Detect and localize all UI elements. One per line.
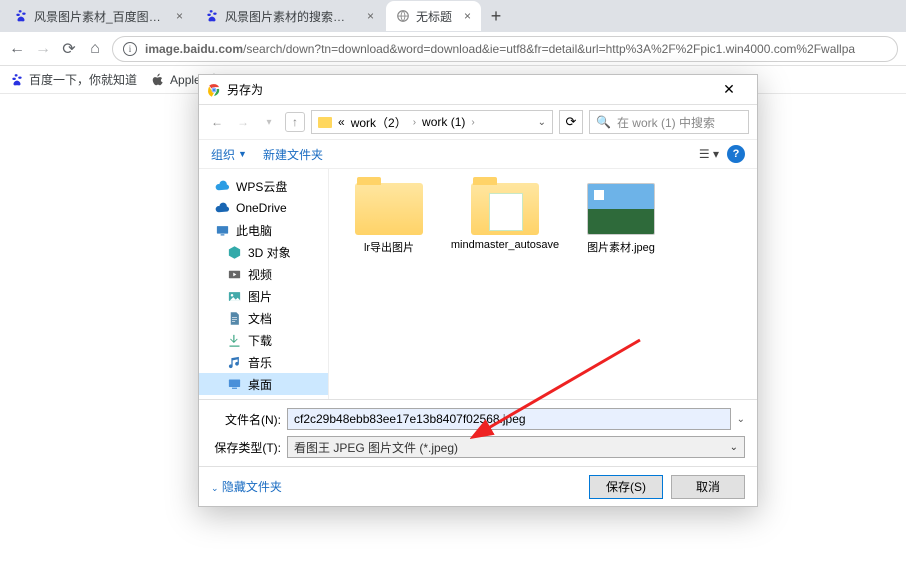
3d-icon xyxy=(227,245,242,260)
tab-0[interactable]: 风景图片素材_百度图片搜索 × xyxy=(4,1,193,31)
file-label: mindmaster_autosave xyxy=(451,239,559,251)
nav-back-button[interactable]: ← xyxy=(207,112,227,132)
dialog-title: 另存为 xyxy=(227,81,263,98)
bookmark-baidu[interactable]: 百度一下，你就知道 xyxy=(10,71,137,88)
tree-pc[interactable]: 此电脑 xyxy=(199,219,328,241)
dialog-toolbar: 组织 ▼ 新建文件夹 ☰ ▾ ? xyxy=(199,139,757,169)
pc-icon xyxy=(215,223,230,238)
chevron-down-icon[interactable]: ⌄ xyxy=(538,117,546,128)
dialog-nav: ← → ▾ ↑ « work（2） › work (1) › ⌄ ⟳ 🔍 在 w… xyxy=(199,105,757,139)
tab-label: 无标题 xyxy=(416,8,452,25)
chevron-right-icon: › xyxy=(471,117,474,128)
baidu-icon xyxy=(10,73,24,87)
tree-wps[interactable]: WPS云盘 xyxy=(199,175,328,197)
globe-icon xyxy=(396,9,410,23)
organize-button[interactable]: 组织 ▼ xyxy=(211,146,247,163)
downloads-icon xyxy=(227,333,242,348)
close-icon[interactable]: × xyxy=(367,9,374,23)
new-tab-button[interactable]: + xyxy=(483,3,509,29)
home-button[interactable]: ⌂ xyxy=(86,40,104,58)
nav-forward-button[interactable]: → xyxy=(233,112,253,132)
reload-button[interactable]: ⟳ xyxy=(60,40,78,58)
search-placeholder: 在 work (1) 中搜索 xyxy=(617,114,715,131)
pictures-icon xyxy=(227,289,242,304)
hide-folders-link[interactable]: ⌄ 隐藏文件夹 xyxy=(211,478,282,495)
folder-tree: WPS云盘 OneDrive 此电脑 3D 对象 视频 图片 文档 下载 音乐 … xyxy=(199,169,329,399)
chevron-right-icon: › xyxy=(413,117,416,128)
address-bar: ← → ⟳ ⌂ i image.baidu.com/search/down?tn… xyxy=(0,32,906,66)
video-icon xyxy=(227,267,242,282)
tree-3d[interactable]: 3D 对象 xyxy=(199,241,328,263)
tree-desktop[interactable]: 桌面 xyxy=(199,373,328,395)
filetype-select[interactable]: 看图王 JPEG 图片文件 (*.jpeg) ⌄ xyxy=(287,436,745,458)
search-icon: 🔍 xyxy=(596,115,611,129)
file-item-image[interactable]: 图片素材.jpeg xyxy=(571,183,671,255)
music-icon xyxy=(227,355,242,370)
view-mode-button[interactable]: ☰ ▾ xyxy=(699,147,719,161)
file-item-folder[interactable]: mindmaster_autosave xyxy=(455,183,555,251)
apple-icon xyxy=(151,73,165,87)
forward-button[interactable]: → xyxy=(34,40,52,58)
onedrive-icon xyxy=(215,201,230,216)
nav-up-button[interactable]: ↑ xyxy=(285,112,305,132)
save-button[interactable]: 保存(S) xyxy=(589,475,663,499)
crumb-segment[interactable]: work（2） xyxy=(351,114,407,131)
bookmark-label: 百度一下，你就知道 xyxy=(29,71,137,88)
cancel-button[interactable]: 取消 xyxy=(671,475,745,499)
folder-search-input[interactable]: 🔍 在 work (1) 中搜索 xyxy=(589,110,749,134)
refresh-button[interactable]: ⟳ xyxy=(559,110,583,134)
breadcrumb[interactable]: « work（2） › work (1) › ⌄ xyxy=(311,110,553,134)
file-item-folder[interactable]: lr导出图片 xyxy=(339,183,439,255)
desktop-icon xyxy=(227,377,242,392)
site-info-icon[interactable]: i xyxy=(123,42,137,56)
folder-icon xyxy=(471,183,539,235)
close-icon[interactable]: × xyxy=(464,9,471,23)
tree-downloads[interactable]: 下载 xyxy=(199,329,328,351)
chevron-down-icon: ⌄ xyxy=(730,442,738,453)
tab-2-active[interactable]: 无标题 × xyxy=(386,1,481,31)
crumb-prefix: « xyxy=(338,115,345,129)
url-text: image.baidu.com/search/down?tn=download&… xyxy=(145,42,855,56)
back-button[interactable]: ← xyxy=(8,40,26,58)
wps-icon xyxy=(215,179,230,194)
filename-label: 文件名(N): xyxy=(211,411,281,428)
new-folder-button[interactable]: 新建文件夹 xyxy=(263,146,323,163)
tree-music[interactable]: 音乐 xyxy=(199,351,328,373)
documents-icon xyxy=(227,311,242,326)
image-thumbnail xyxy=(587,183,655,235)
file-label: lr导出图片 xyxy=(364,239,414,255)
tab-1[interactable]: 风景图片素材的搜索结果_百度图... × xyxy=(195,1,384,31)
dialog-body: WPS云盘 OneDrive 此电脑 3D 对象 视频 图片 文档 下载 音乐 … xyxy=(199,169,757,399)
tree-onedrive[interactable]: OneDrive xyxy=(199,197,328,219)
folder-icon xyxy=(318,117,332,128)
folder-icon xyxy=(355,183,423,235)
save-as-dialog: 另存为 ✕ ← → ▾ ↑ « work（2） › work (1) › ⌄ ⟳… xyxy=(198,74,758,507)
dialog-buttons: ⌄ 隐藏文件夹 保存(S) 取消 xyxy=(199,466,757,506)
baidu-icon xyxy=(205,9,219,23)
close-icon[interactable]: × xyxy=(176,9,183,23)
dialog-titlebar: 另存为 ✕ xyxy=(199,75,757,105)
nav-recent-button[interactable]: ▾ xyxy=(259,112,279,132)
dialog-close-button[interactable]: ✕ xyxy=(709,76,749,104)
baidu-icon xyxy=(14,9,28,23)
chrome-icon xyxy=(207,83,221,97)
file-label: 图片素材.jpeg xyxy=(587,239,655,255)
tree-pictures[interactable]: 图片 xyxy=(199,285,328,307)
url-input[interactable]: i image.baidu.com/search/down?tn=downloa… xyxy=(112,36,898,62)
dialog-inputs: 文件名(N): ⌄ 保存类型(T): 看图王 JPEG 图片文件 (*.jpeg… xyxy=(199,399,757,466)
chevron-down-icon: ▼ xyxy=(238,149,247,159)
file-list[interactable]: lr导出图片 mindmaster_autosave 图片素材.jpeg xyxy=(329,169,757,399)
chevron-down-icon: ⌄ xyxy=(211,483,219,493)
tree-video[interactable]: 视频 xyxy=(199,263,328,285)
tab-label: 风景图片素材的搜索结果_百度图... xyxy=(225,8,355,25)
crumb-segment[interactable]: work (1) xyxy=(422,115,465,129)
tab-label: 风景图片素材_百度图片搜索 xyxy=(34,8,164,25)
help-button[interactable]: ? xyxy=(727,145,745,163)
filename-input[interactable] xyxy=(287,408,731,430)
filetype-label: 保存类型(T): xyxy=(211,439,281,456)
tree-documents[interactable]: 文档 xyxy=(199,307,328,329)
browser-tabs: 风景图片素材_百度图片搜索 × 风景图片素材的搜索结果_百度图... × 无标题… xyxy=(0,0,906,32)
chevron-down-icon[interactable]: ⌄ xyxy=(737,414,745,425)
